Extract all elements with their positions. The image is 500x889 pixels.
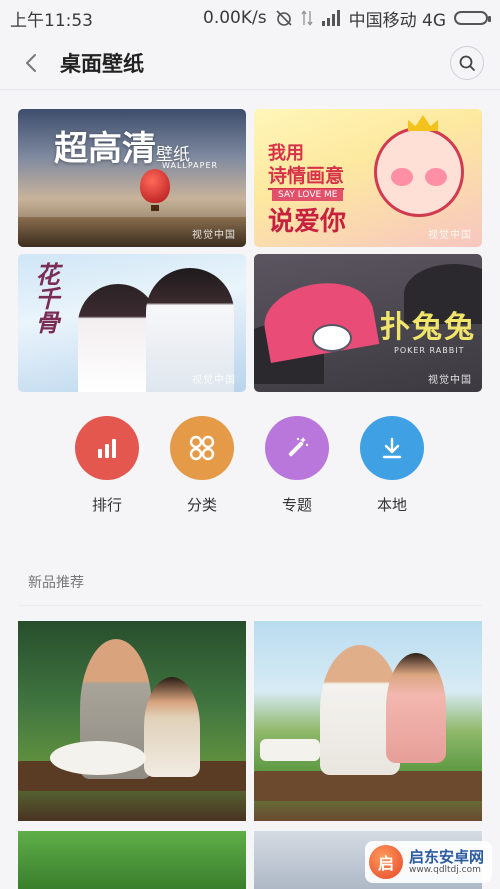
wallpaper-thumbnail[interactable] (254, 621, 482, 821)
cartoon-character (374, 127, 464, 217)
grid-circles-icon (189, 435, 215, 461)
category-circle[interactable] (170, 416, 234, 480)
category-label: 专题 (281, 496, 312, 514)
download-icon (382, 437, 402, 459)
pink-umbrella (258, 274, 380, 364)
page-title: 桌面壁纸 (60, 51, 144, 76)
banner-uhd-wallpaper[interactable]: 超高清壁纸 WALLPAPER 视觉中国 (18, 109, 246, 247)
chevron-left-icon (26, 53, 36, 72)
category-label: 排行 (91, 496, 122, 514)
wallpaper-thumbnail[interactable] (18, 831, 246, 889)
data-arrows-icon (301, 9, 313, 27)
category-label: 分类 (186, 496, 217, 514)
rabbit-character (312, 324, 352, 352)
banner-line2: 诗情画意 (268, 161, 345, 190)
signal-icon (321, 10, 341, 26)
search-button[interactable] (450, 45, 484, 80)
net-speed: 0.00K/s (203, 8, 267, 28)
hot-air-balloon (140, 169, 170, 203)
carrier-label: 中国移动 4G (348, 10, 446, 31)
section-title: 新品推荐 (28, 575, 84, 591)
child-figure (386, 653, 446, 763)
crown-icon (408, 115, 438, 131)
category-label: 本地 (376, 496, 407, 514)
site-watermark: 启 启东安卓网 www.qdltdj.com (364, 841, 492, 883)
status-bar: 上午11:53 0.00K/s 中国移动 4G (0, 0, 500, 36)
site-name: 启东安卓网 (408, 847, 484, 866)
category-classify[interactable]: 分类 (157, 416, 247, 515)
status-right: 0.00K/s 中国移动 4G (203, 6, 491, 31)
banner-subtitle: WALLPAPER (162, 161, 219, 170)
banner-title: 扑兔兔 (380, 310, 476, 345)
banner-say-love[interactable]: 我用 诗情画意 SAY LOVE ME 说爱你 视觉中国 (254, 109, 482, 247)
banner-subtitle: POKER RABBIT (394, 346, 465, 355)
search-icon (459, 55, 475, 71)
banner-watermark: 视觉中国 (428, 375, 472, 386)
pillow (50, 741, 146, 775)
banner-grid: 超高清壁纸 WALLPAPER 视觉中国 我用 诗情画意 SAY LOVE ME… (18, 109, 482, 392)
banner-hua-qian-gu[interactable]: 花千骨 视觉中国 (18, 254, 246, 392)
app-header: 桌面壁纸 (0, 36, 500, 90)
banner-line3: 说爱你 (268, 207, 347, 237)
balloon-basket (151, 205, 159, 211)
category-local[interactable]: 本地 (347, 416, 437, 515)
status-time: 上午11:53 (10, 10, 93, 31)
category-ranking[interactable]: 排行 (62, 416, 152, 515)
category-circle[interactable] (360, 416, 424, 480)
site-logo-icon: 启 (368, 845, 403, 879)
wooden-table (254, 771, 482, 801)
child-figure (144, 677, 200, 777)
alarm-off-icon (275, 9, 293, 27)
category-circle[interactable] (265, 416, 329, 480)
banner-watermark: 视觉中国 (428, 230, 472, 241)
category-circle[interactable] (75, 416, 139, 480)
banner-tag: SAY LOVE ME (272, 189, 344, 201)
magic-wand-icon (288, 437, 309, 457)
wallpaper-thumbnail[interactable] (18, 621, 246, 821)
banner-watermark: 视觉中国 (192, 375, 236, 386)
bar-chart-icon (98, 439, 116, 458)
banner-title: 花千骨 (31, 262, 59, 334)
back-button[interactable] (16, 48, 46, 78)
banner-watermark: 视觉中国 (192, 230, 236, 241)
battery-icon (454, 11, 491, 25)
category-row: 排行 分类 专题 本地 (0, 416, 500, 520)
category-topic[interactable]: 专题 (252, 416, 342, 515)
banner-poker-rabbit[interactable]: 扑兔兔 POKER RABBIT 视觉中国 (254, 254, 482, 392)
site-url: www.qdltdj.com (408, 864, 481, 875)
towels (260, 739, 320, 761)
site-text: 启东安卓网 www.qdltdj.com (409, 849, 484, 876)
section-divider (18, 605, 482, 606)
